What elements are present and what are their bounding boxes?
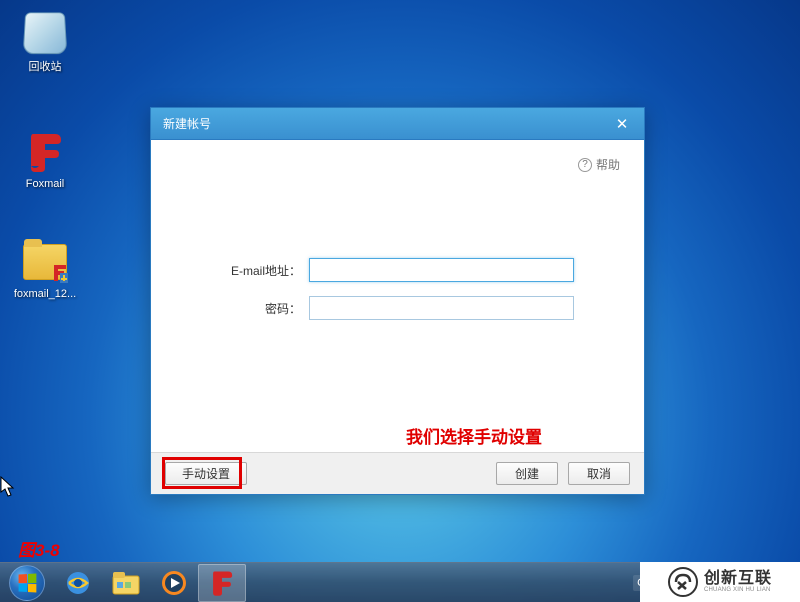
manual-setup-button[interactable]: 手动设置 [165,462,247,485]
form-area: E-mail地址： 密码： [179,258,616,320]
email-input[interactable] [309,258,574,282]
explorer-icon [111,570,141,596]
icon-label: foxmail_12... [10,288,80,300]
taskbar-foxmail[interactable] [198,564,246,602]
close-button[interactable]: ✕ [600,108,644,140]
figure-label: 图3-8 [18,536,60,561]
foxmail-icon [21,128,69,176]
close-icon: ✕ [616,115,629,133]
taskbar-media-player[interactable] [150,564,198,602]
watermark-logo-icon [668,567,698,597]
foxmail-icon [209,569,235,597]
help-link[interactable]: ? 帮助 [578,156,620,173]
ie-icon [64,569,92,597]
media-player-icon [160,569,188,597]
windows-logo-icon [9,565,45,601]
new-account-dialog: 新建帐号 ✕ ? 帮助 E-mail地址： 密码： 我们选择手动设置 [150,107,645,495]
taskbar-explorer[interactable] [102,564,150,602]
desktop-icon-recycle-bin[interactable]: 回收站 [10,8,80,74]
cancel-button[interactable]: 取消 [568,462,630,485]
icon-label: 回收站 [10,58,80,74]
dialog-titlebar[interactable]: 新建帐号 ✕ [151,108,644,140]
dialog-footer: 手动设置 创建 取消 [151,452,644,494]
annotation-text: 我们选择手动设置 [406,423,542,448]
watermark: 创新互联 CHUANG XIN HU LIAN [640,562,800,602]
watermark-sub: CHUANG XIN HU LIAN [704,587,772,593]
desktop-icon-foxmail-installer[interactable]: foxmail_12... [10,238,80,300]
password-label: 密码： [179,300,309,317]
password-row: 密码： [179,296,616,320]
folder-icon [21,238,69,286]
mouse-cursor [0,476,16,498]
desktop: 回收站 Foxmail foxmail_12... 新建帐号 ✕ ? 帮助 [0,0,800,602]
create-button[interactable]: 创建 [496,462,558,485]
password-input[interactable] [309,296,574,320]
help-icon: ? [578,158,592,172]
desktop-icon-foxmail[interactable]: Foxmail [10,128,80,190]
dialog-title: 新建帐号 [163,115,211,132]
recycle-bin-icon [21,8,69,56]
email-label: E-mail地址： [179,262,309,279]
start-button[interactable] [0,563,54,602]
dialog-body: ? 帮助 E-mail地址： 密码： 我们选择手动设置 手动设置 创建 取消 [151,140,644,494]
help-text: 帮助 [596,156,620,173]
taskbar-ie[interactable] [54,564,102,602]
watermark-main: 创新互联 [704,571,772,587]
icon-label: Foxmail [10,178,80,190]
email-row: E-mail地址： [179,258,616,282]
